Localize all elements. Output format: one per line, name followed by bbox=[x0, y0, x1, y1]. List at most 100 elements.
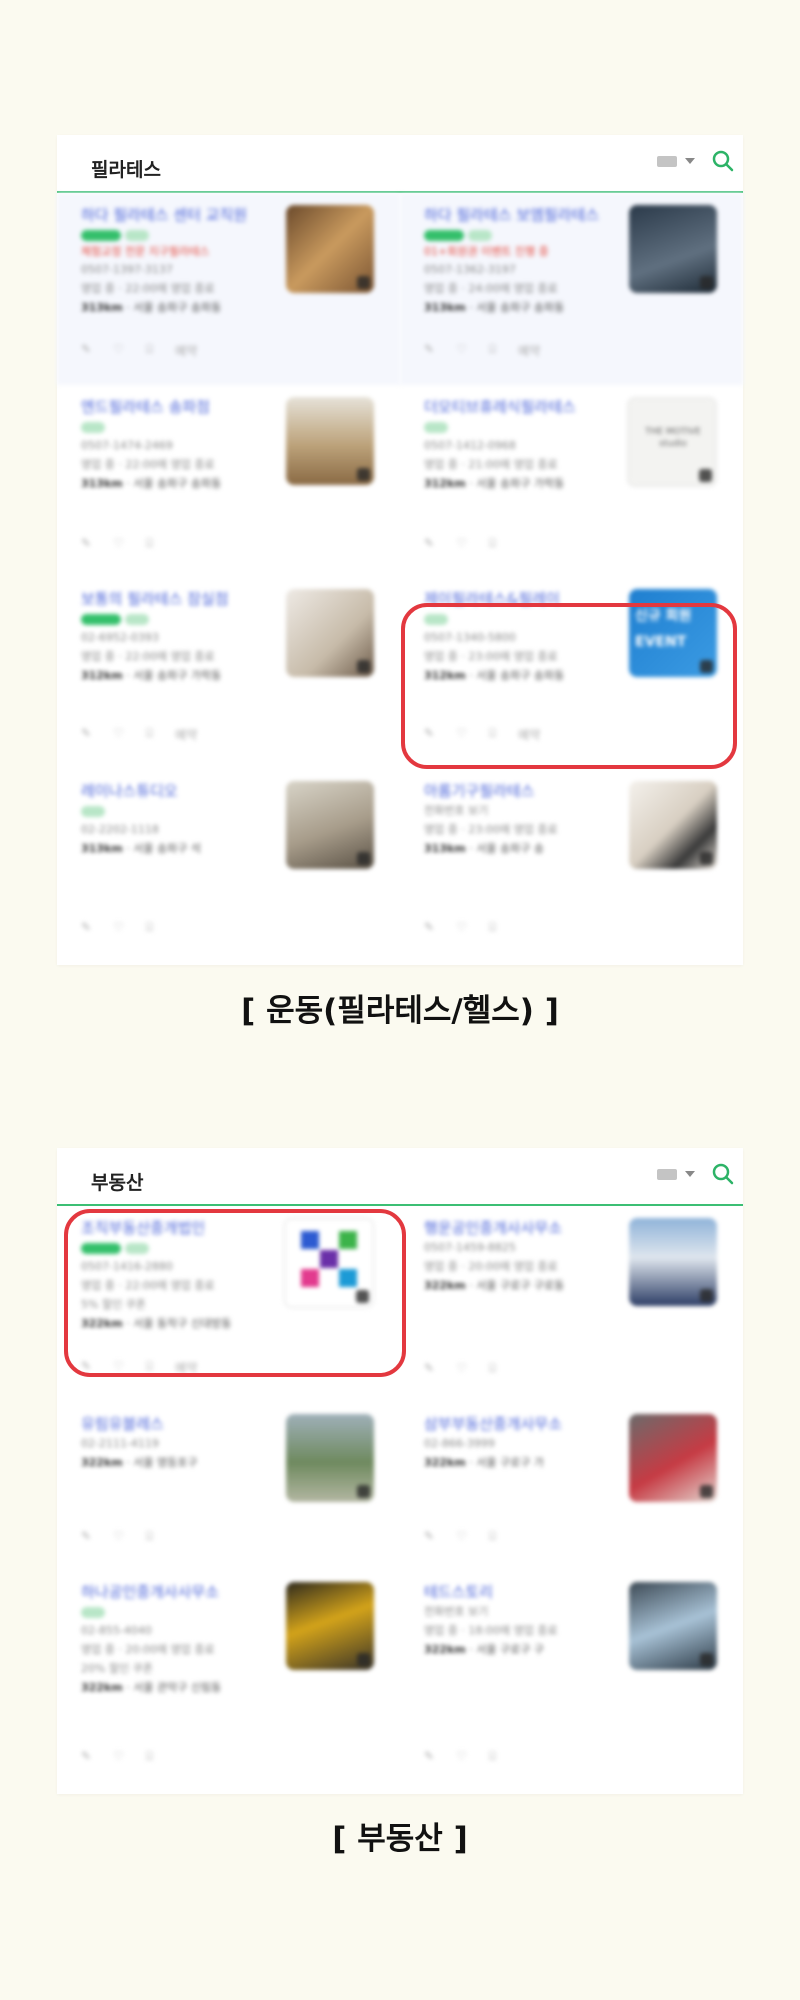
phone-text[interactable]: 02-866-3999 bbox=[424, 1434, 624, 1453]
share-icon[interactable]: ⌸ bbox=[489, 536, 496, 551]
reserve-button[interactable]: 예약 bbox=[175, 726, 197, 743]
place-name-link[interactable]: 삼부부동산중개사무소 bbox=[424, 1414, 624, 1434]
result-card[interactable]: 하다 필라테스 센터 교직원 체험교정 전문 지구필라테스 0507-1397-… bbox=[57, 193, 400, 385]
phone-text[interactable]: 0507-1397-3137 bbox=[81, 260, 281, 279]
reserve-button[interactable]: 예약 bbox=[518, 342, 540, 359]
save-icon[interactable]: ♡ bbox=[456, 536, 467, 551]
share-icon[interactable]: ⌸ bbox=[489, 920, 496, 935]
place-thumbnail[interactable] bbox=[286, 397, 374, 485]
save-icon[interactable]: ♡ bbox=[113, 1529, 124, 1544]
place-name-link[interactable]: 보통의 필라테스 잠실점 bbox=[81, 589, 281, 609]
phone-text[interactable]: 0507-1362-3197 bbox=[424, 260, 624, 279]
result-card[interactable]: 더모티브휴레식필라테스 0507-1412-0968 영업 중 · 21:00에… bbox=[400, 385, 743, 577]
route-icon[interactable]: ✎ bbox=[424, 536, 434, 551]
save-icon[interactable]: ♡ bbox=[456, 1361, 467, 1376]
place-name-link[interactable]: 테드스토리 bbox=[424, 1582, 624, 1602]
address-text[interactable]: · 서울 구로구 가 bbox=[469, 1456, 544, 1469]
place-name-link[interactable]: 하다 필라테스 센터 교직원 bbox=[81, 205, 281, 225]
place-thumbnail[interactable] bbox=[629, 781, 717, 869]
result-card[interactable]: 레이나스튜디오 02-2202-1118 313km · 서울 송파구 석 ✎ … bbox=[57, 769, 400, 961]
phone-text[interactable]: 0507-1459-8825 bbox=[424, 1238, 624, 1257]
route-icon[interactable]: ✎ bbox=[424, 342, 434, 359]
place-thumbnail[interactable] bbox=[286, 205, 374, 293]
place-thumbnail[interactable] bbox=[286, 781, 374, 869]
route-icon[interactable]: ✎ bbox=[81, 726, 91, 743]
route-icon[interactable]: ✎ bbox=[81, 920, 91, 935]
address-text[interactable]: · 서울 구로구 구로동 bbox=[469, 1279, 564, 1292]
phone-text[interactable]: 전화번호 보기 bbox=[424, 1602, 624, 1621]
result-card[interactable]: 아롬기구필라테스 전화번호 보기 영업 중 · 23:00에 영업 종료 313… bbox=[400, 769, 743, 961]
result-card[interactable]: 유림유블레스 02-2111-4119 322km · 서울 영등포구 ✎ ♡ … bbox=[57, 1402, 400, 1570]
place-thumbnail[interactable] bbox=[629, 1582, 717, 1670]
share-icon[interactable]: ⌸ bbox=[146, 1749, 153, 1764]
place-thumbnail[interactable] bbox=[286, 1582, 374, 1670]
place-name-link[interactable]: 행운공인중개사사무소 bbox=[424, 1218, 624, 1238]
place-thumbnail[interactable]: THE MOTIVE studio bbox=[627, 397, 717, 487]
search-icon[interactable] bbox=[711, 149, 735, 173]
share-icon[interactable]: ⌸ bbox=[489, 1749, 496, 1764]
save-icon[interactable]: ♡ bbox=[456, 920, 467, 935]
share-icon[interactable]: ⌸ bbox=[146, 1529, 153, 1544]
share-icon[interactable]: ⌸ bbox=[146, 726, 153, 743]
place-thumbnail[interactable] bbox=[286, 1414, 374, 1502]
address-text[interactable]: · 서울 관악구 신림동 bbox=[126, 1681, 221, 1694]
route-icon[interactable]: ✎ bbox=[81, 342, 91, 359]
address-text[interactable]: · 서울 송파구 송 bbox=[469, 842, 544, 855]
address-text[interactable]: · 서울 송파구 가락동 bbox=[469, 477, 564, 490]
coupon-text[interactable]: 20% 할인 쿠폰 bbox=[81, 1659, 281, 1678]
address-text[interactable]: · 서울 송파구 송파동 bbox=[126, 301, 221, 314]
phone-text[interactable]: 0507-1474-2469 bbox=[81, 436, 281, 455]
place-name-link[interactable]: 아롬기구필라테스 bbox=[424, 781, 624, 801]
caret-down-icon[interactable] bbox=[685, 1171, 695, 1177]
address-text[interactable]: · 서울 송파구 석 bbox=[126, 842, 201, 855]
result-card[interactable]: 테드스토리 전화번호 보기 영업 중 · 18:00에 영업 종료 322km … bbox=[400, 1570, 743, 1790]
phone-text[interactable]: 전화번호 보기 bbox=[424, 801, 624, 820]
reserve-button[interactable]: 예약 bbox=[175, 342, 197, 359]
share-icon[interactable]: ⌸ bbox=[146, 342, 153, 359]
address-text[interactable]: · 서울 영등포구 bbox=[126, 1456, 197, 1469]
result-card[interactable]: 행운공인중개사사무소 0507-1459-8825 영업 중 · 20:00에 … bbox=[400, 1206, 743, 1402]
address-text[interactable]: · 서울 송파구 송파동 bbox=[469, 301, 564, 314]
phone-text[interactable]: 0507-1412-0968 bbox=[424, 436, 624, 455]
place-thumbnail[interactable] bbox=[629, 1218, 717, 1306]
route-icon[interactable]: ✎ bbox=[424, 1749, 434, 1764]
save-icon[interactable]: ♡ bbox=[113, 920, 124, 935]
keyboard-icon[interactable] bbox=[657, 155, 677, 167]
route-icon[interactable]: ✎ bbox=[424, 920, 434, 935]
result-card[interactable]: 하나공인중개사사무소 02-855-4040 영업 중 · 20:00에 영업 … bbox=[57, 1570, 400, 1790]
place-name-link[interactable]: 엔드필라테스 송파점 bbox=[81, 397, 281, 417]
route-icon[interactable]: ✎ bbox=[81, 536, 91, 551]
keyboard-icon[interactable] bbox=[657, 1168, 677, 1180]
result-card[interactable]: 엔드필라테스 송파점 0507-1474-2469 영업 중 · 22:00에 … bbox=[57, 385, 400, 577]
save-icon[interactable]: ♡ bbox=[113, 536, 124, 551]
result-card[interactable]: 하다 필라테스 보엠필라테스 01+회원권 이벤트 진행 중 0507-1362… bbox=[400, 193, 743, 385]
address-text[interactable]: · 서울 구로구 구 bbox=[469, 1643, 544, 1656]
share-icon[interactable]: ⌸ bbox=[489, 342, 496, 359]
search-icon[interactable] bbox=[711, 1162, 735, 1186]
caret-down-icon[interactable] bbox=[685, 158, 695, 164]
phone-text[interactable]: 02-2202-1118 bbox=[81, 820, 281, 839]
save-icon[interactable]: ♡ bbox=[456, 342, 467, 359]
place-thumbnail[interactable] bbox=[629, 1414, 717, 1502]
place-name-link[interactable]: 유림유블레스 bbox=[81, 1414, 281, 1434]
place-name-link[interactable]: 하다 필라테스 보엠필라테스 bbox=[424, 205, 624, 225]
share-icon[interactable]: ⌸ bbox=[146, 920, 153, 935]
phone-text[interactable]: 02-2111-4119 bbox=[81, 1434, 281, 1453]
save-icon[interactable]: ♡ bbox=[113, 342, 124, 359]
phone-text[interactable]: 02-6952-0393 bbox=[81, 628, 281, 647]
phone-text[interactable]: 02-855-4040 bbox=[81, 1621, 281, 1640]
share-icon[interactable]: ⌸ bbox=[489, 1529, 496, 1544]
place-thumbnail[interactable] bbox=[629, 205, 717, 293]
save-icon[interactable]: ♡ bbox=[113, 1749, 124, 1764]
share-icon[interactable]: ⌸ bbox=[146, 536, 153, 551]
address-text[interactable]: · 서울 송파구 가락동 bbox=[126, 669, 221, 682]
address-text[interactable]: · 서울 송파구 송파동 bbox=[126, 477, 221, 490]
save-icon[interactable]: ♡ bbox=[113, 726, 124, 743]
place-name-link[interactable]: 레이나스튜디오 bbox=[81, 781, 281, 801]
route-icon[interactable]: ✎ bbox=[424, 1529, 434, 1544]
share-icon[interactable]: ⌸ bbox=[489, 1361, 496, 1376]
result-card[interactable]: 삼부부동산중개사무소 02-866-3999 322km · 서울 구로구 가 … bbox=[400, 1402, 743, 1570]
route-icon[interactable]: ✎ bbox=[424, 1361, 434, 1376]
place-name-link[interactable]: 더모티브휴레식필라테스 bbox=[424, 397, 624, 417]
save-icon[interactable]: ♡ bbox=[456, 1749, 467, 1764]
